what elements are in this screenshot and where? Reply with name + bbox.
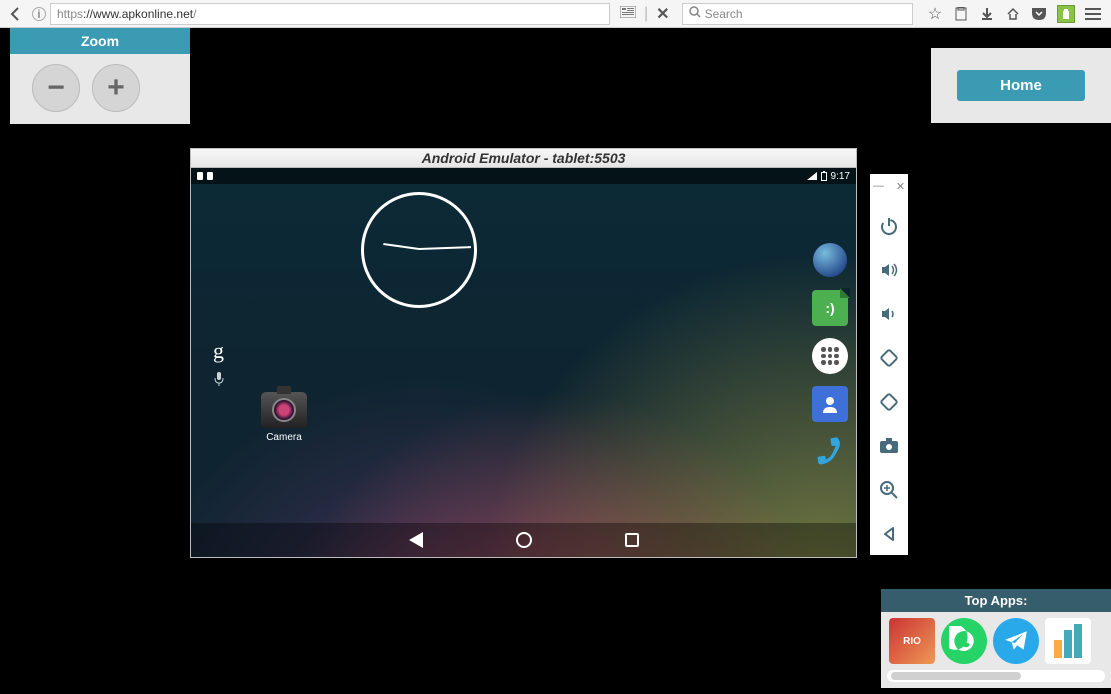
minimize-icon[interactable]: — [873, 180, 884, 193]
android-nav-bar [191, 523, 856, 557]
app-dock [812, 242, 848, 470]
browser-toolbar: i https://www.apkonline.net/ | ✕ Search … [0, 0, 1111, 28]
notification-icon [197, 172, 203, 180]
zoom-label: Zoom [10, 28, 190, 54]
signal-icon [807, 172, 817, 180]
page-content: Zoom − + Home Android Emulator - tablet:… [0, 28, 1111, 694]
reader-icon[interactable] [620, 5, 636, 23]
status-time: 9:17 [831, 171, 850, 182]
search-icon [689, 6, 701, 21]
android-status-bar: 9:17 [191, 168, 856, 184]
window-controls: — ✕ [873, 180, 905, 193]
contacts-app-icon[interactable] [812, 386, 848, 422]
back-icon[interactable] [878, 523, 900, 545]
clock-widget[interactable] [341, 192, 477, 328]
top-apps-scrollbar[interactable] [887, 670, 1105, 682]
screenshot-icon[interactable] [878, 435, 900, 457]
volume-down-icon[interactable] [878, 303, 900, 325]
toolbar-icons: ☆ [927, 5, 1107, 23]
extension-icon[interactable] [1057, 5, 1075, 23]
close-icon[interactable]: ✕ [656, 4, 669, 24]
mic-icon[interactable] [213, 372, 224, 389]
close-icon[interactable]: ✕ [896, 180, 905, 193]
info-icon[interactable]: i [32, 7, 46, 21]
battery-icon [821, 172, 827, 181]
top-apps-label: Top Apps: [881, 589, 1111, 612]
search-placeholder: Search [705, 7, 743, 21]
app-angry-birds[interactable]: RIO [889, 618, 935, 664]
clipboard-icon[interactable] [953, 6, 969, 22]
google-search-widget[interactable]: g [213, 338, 224, 389]
emulator-window: Android Emulator - tablet:5503 9:17 [190, 148, 857, 558]
zoom-icon[interactable] [878, 479, 900, 501]
emulator-screen[interactable]: 9:17 g Camera [190, 167, 857, 558]
notification-icon [207, 172, 213, 180]
rotate-left-icon[interactable] [878, 347, 900, 369]
home-button[interactable]: Home [957, 70, 1085, 101]
url-path: / [193, 7, 196, 21]
zoom-in-button[interactable]: + [92, 64, 140, 112]
back-button[interactable] [4, 2, 28, 26]
android-recents-button[interactable] [623, 531, 641, 549]
top-apps-row: RIO [881, 612, 1111, 670]
emulator-title: Android Emulator - tablet:5503 [190, 148, 857, 167]
app-whatsapp[interactable] [941, 618, 987, 664]
zoom-out-button[interactable]: − [32, 64, 80, 112]
status-left-icons [197, 172, 213, 180]
home-panel: Home [931, 48, 1111, 123]
emulator-controls: — ✕ [870, 174, 908, 555]
volume-up-icon[interactable] [878, 259, 900, 281]
phone-app-icon[interactable] [812, 434, 848, 470]
url-scheme: https [57, 7, 83, 21]
camera-app-icon[interactable]: Camera [261, 392, 307, 443]
android-back-button[interactable] [407, 531, 425, 549]
zoom-panel: Zoom − + [10, 28, 190, 124]
separator: | [644, 5, 648, 23]
status-right-icons: 9:17 [807, 171, 850, 182]
app-files[interactable] [1045, 618, 1091, 664]
reader-close-group: | ✕ [620, 4, 670, 24]
home-icon[interactable] [1005, 6, 1021, 22]
browser-app-icon[interactable] [812, 242, 848, 278]
bookmark-star-icon[interactable]: ☆ [927, 6, 943, 22]
app-telegram[interactable] [993, 618, 1039, 664]
rotate-right-icon[interactable] [878, 391, 900, 413]
apps-drawer-icon[interactable] [812, 338, 848, 374]
download-icon[interactable] [979, 6, 995, 22]
emulator-wallpaper [191, 168, 856, 557]
power-icon[interactable] [878, 215, 900, 237]
messages-app-icon[interactable] [812, 290, 848, 326]
pocket-icon[interactable] [1031, 6, 1047, 22]
top-apps-panel: Top Apps: RIO [881, 589, 1111, 688]
menu-icon[interactable] [1085, 6, 1101, 22]
camera-label: Camera [261, 432, 307, 443]
android-home-button[interactable] [515, 531, 533, 549]
google-logo: g [213, 338, 224, 364]
url-bar[interactable]: https://www.apkonline.net/ [50, 3, 610, 25]
url-host: ://www.apkonline.net [83, 7, 193, 21]
search-bar[interactable]: Search [682, 3, 913, 25]
